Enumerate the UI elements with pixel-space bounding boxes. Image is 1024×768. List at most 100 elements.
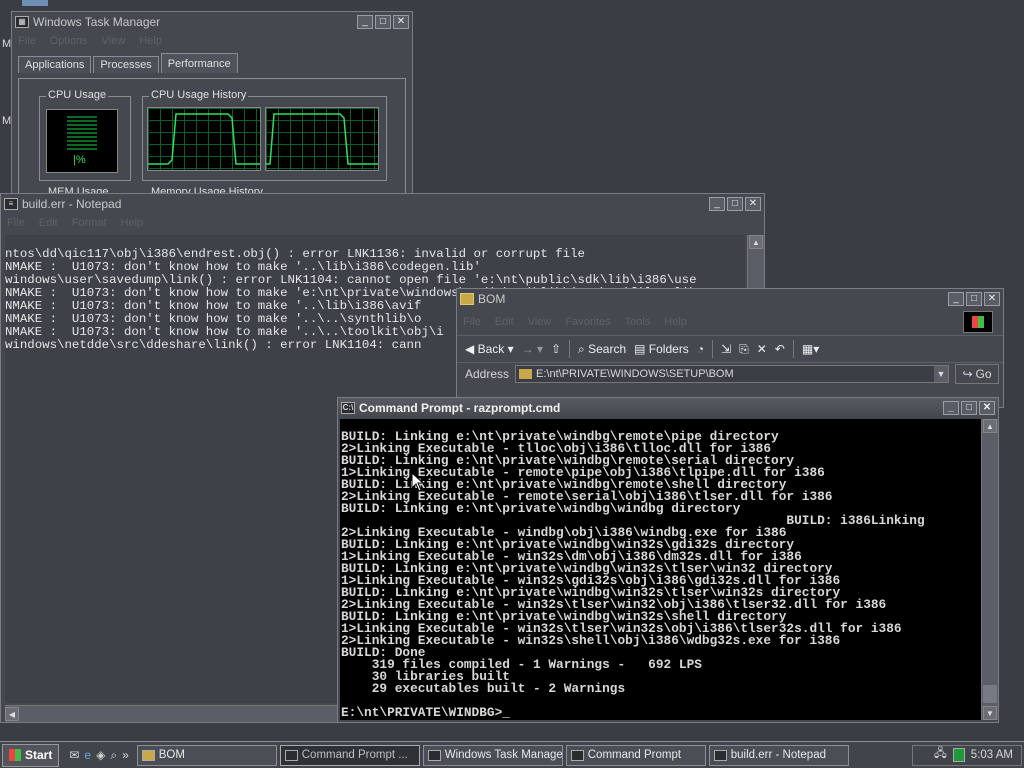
maximize-button[interactable]: □ xyxy=(727,197,743,211)
minimize-button[interactable]: _ xyxy=(943,401,959,415)
internet-explorer-icon[interactable]: e xyxy=(84,748,91,762)
minimize-button[interactable]: _ xyxy=(948,292,964,306)
history-icon[interactable]: ◔ xyxy=(697,342,704,356)
taskbar-item-command-prompt[interactable]: Command Prompt xyxy=(565,744,706,766)
undo-icon[interactable]: ↶ xyxy=(775,342,785,356)
cpu-history-graph-2 xyxy=(265,107,379,171)
menu-help[interactable]: Help xyxy=(139,35,162,47)
explorer-menubar: File Edit View Favorites Tools Help xyxy=(457,309,1003,335)
command-prompt-window[interactable]: C:\ Command Prompt - razprompt.cmd _ □ ✕… xyxy=(337,397,999,723)
taskbar-item-task-manager[interactable]: Windows Task Manager xyxy=(422,744,563,766)
close-button[interactable]: ✕ xyxy=(745,197,761,211)
system-tray: 🖧 5:03 AM xyxy=(912,744,1022,766)
close-button[interactable]: ✕ xyxy=(979,401,995,415)
taskbar-item-bom[interactable]: BOM xyxy=(136,744,277,766)
address-value: E:\nt\PRIVATE\WINDOWS\SETUP\BOM xyxy=(536,368,734,380)
start-label: Start xyxy=(25,748,53,762)
taskbar: Start ✉ e ◈ ⌕ » BOM Command Prompt ... W… xyxy=(0,741,1024,768)
copy-to-icon[interactable]: ⎘ xyxy=(739,342,749,357)
tab-applications[interactable]: Applications xyxy=(18,56,92,73)
cpu-meter-bars xyxy=(67,116,97,150)
explorer-title: BOM xyxy=(478,292,506,306)
task-manager-icon xyxy=(427,749,441,761)
delete-icon[interactable]: ✕ xyxy=(757,342,767,356)
start-button[interactable]: Start xyxy=(2,743,60,767)
maximize-button[interactable]: □ xyxy=(375,15,391,29)
address-field[interactable]: E:\nt\PRIVATE\WINDOWS\SETUP\BOM ▼ xyxy=(515,365,949,383)
address-dropdown-icon[interactable]: ▼ xyxy=(934,366,948,382)
console-icon: C:\ xyxy=(341,402,355,414)
show-desktop-icon[interactable]: ◈ xyxy=(96,748,105,762)
explorer-window[interactable]: BOM _ □ ✕ File Edit View Favorites Tools… xyxy=(456,288,1004,408)
taskbar-item-command-prompt-razprompt[interactable]: Command Prompt ... xyxy=(279,744,420,766)
quick-launch-overflow[interactable]: » xyxy=(122,748,129,762)
maximize-button[interactable]: □ xyxy=(961,401,977,415)
clock[interactable]: 5:03 AM xyxy=(971,749,1013,761)
notepad-titlebar[interactable]: ≡ build.err - Notepad _ □ ✕ xyxy=(1,194,764,214)
minimize-button[interactable]: _ xyxy=(357,15,373,29)
menu-view[interactable]: View xyxy=(102,35,126,47)
desktop-label-2: M xyxy=(2,115,12,127)
folders-button[interactable]: ▤ Folders xyxy=(634,342,689,356)
console-icon xyxy=(284,749,298,761)
task-manager-menubar: File Options View Help xyxy=(12,32,412,50)
menu-edit[interactable]: Edit xyxy=(495,316,514,328)
cpu-percent-label: |% xyxy=(73,154,86,166)
scroll-left-arrow[interactable]: ◀ xyxy=(5,707,19,721)
menu-edit[interactable]: Edit xyxy=(39,217,58,229)
up-folder-icon[interactable]: ⇧ xyxy=(551,342,561,356)
command-prompt-titlebar[interactable]: C:\ Command Prompt - razprompt.cmd _ □ ✕ xyxy=(338,398,998,418)
menu-help[interactable]: Help xyxy=(121,217,144,229)
tab-performance[interactable]: Performance xyxy=(160,53,238,73)
task-manager-title: Windows Task Manager xyxy=(33,15,161,29)
taskbar-item-notepad[interactable]: build.err - Notepad xyxy=(708,744,849,766)
scroll-thumb[interactable] xyxy=(983,685,997,703)
task-manager-titlebar[interactable]: ▦ Windows Task Manager _ □ ✕ xyxy=(12,12,412,32)
forward-button[interactable]: → ▾ xyxy=(522,342,543,356)
outlook-icon[interactable]: ✉ xyxy=(69,748,79,762)
cpu-history-group: CPU Usage History xyxy=(142,89,387,181)
search-icon[interactable]: ⌕ xyxy=(110,748,117,763)
cpu-usage-meter: |% xyxy=(46,109,118,173)
go-button[interactable]: ↪ Go xyxy=(955,364,999,384)
performance-panel: CPU Usage |% CPU Usage History MEM Usage… xyxy=(18,78,406,215)
quick-launch: ✉ e ◈ ⌕ » xyxy=(69,748,128,763)
toolbar-separator xyxy=(792,340,794,358)
menu-file[interactable]: File xyxy=(463,316,481,328)
menu-format[interactable]: Format xyxy=(72,217,107,229)
explorer-titlebar[interactable]: BOM _ □ ✕ xyxy=(457,289,1003,309)
console-output[interactable]: BUILD: Linking e:\nt\private\windbg\remo… xyxy=(340,419,981,720)
console-vertical-scrollbar[interactable]: ▲ ▼ xyxy=(981,419,998,720)
command-prompt-title: Command Prompt - razprompt.cmd xyxy=(359,401,561,415)
scroll-down-arrow[interactable]: ▼ xyxy=(983,706,997,720)
move-to-icon[interactable]: ⇲ xyxy=(721,342,731,356)
task-manager-window[interactable]: ▦ Windows Task Manager _ □ ✕ File Option… xyxy=(11,11,413,215)
menu-view[interactable]: View xyxy=(528,316,552,328)
back-button[interactable]: ◀ Back ▾ xyxy=(465,342,514,356)
task-manager-icon: ▦ xyxy=(15,16,29,28)
menu-file[interactable]: File xyxy=(7,217,25,229)
folder-icon xyxy=(141,749,155,761)
close-button[interactable]: ✕ xyxy=(984,292,1000,306)
minimize-button[interactable]: _ xyxy=(709,197,725,211)
windows-logo-icon xyxy=(963,311,993,333)
console-icon xyxy=(570,749,584,761)
menu-options[interactable]: Options xyxy=(50,35,88,47)
search-button[interactable]: ⌕ Search xyxy=(578,342,626,357)
tab-processes[interactable]: Processes xyxy=(93,56,159,73)
console-line: 2>Linking Executable - win32s\shell\obj\… xyxy=(341,633,841,648)
menu-favorites[interactable]: Favorites xyxy=(565,316,610,328)
menu-help[interactable]: Help xyxy=(664,316,687,328)
close-button[interactable]: ✕ xyxy=(393,15,409,29)
desktop-icon[interactable] xyxy=(22,0,48,6)
menu-file[interactable]: File xyxy=(18,35,36,47)
address-label: Address xyxy=(465,367,510,381)
menu-tools[interactable]: Tools xyxy=(625,316,651,328)
maximize-button[interactable]: □ xyxy=(966,292,982,306)
cpu-meter-tray-icon[interactable] xyxy=(952,748,965,762)
notepad-menubar: File Edit Format Help xyxy=(1,214,764,232)
scroll-up-arrow[interactable]: ▲ xyxy=(749,235,763,249)
views-icon[interactable]: ▦▾ xyxy=(802,342,819,356)
network-icon[interactable]: 🖧 xyxy=(934,746,947,765)
scroll-up-arrow[interactable]: ▲ xyxy=(983,419,997,433)
